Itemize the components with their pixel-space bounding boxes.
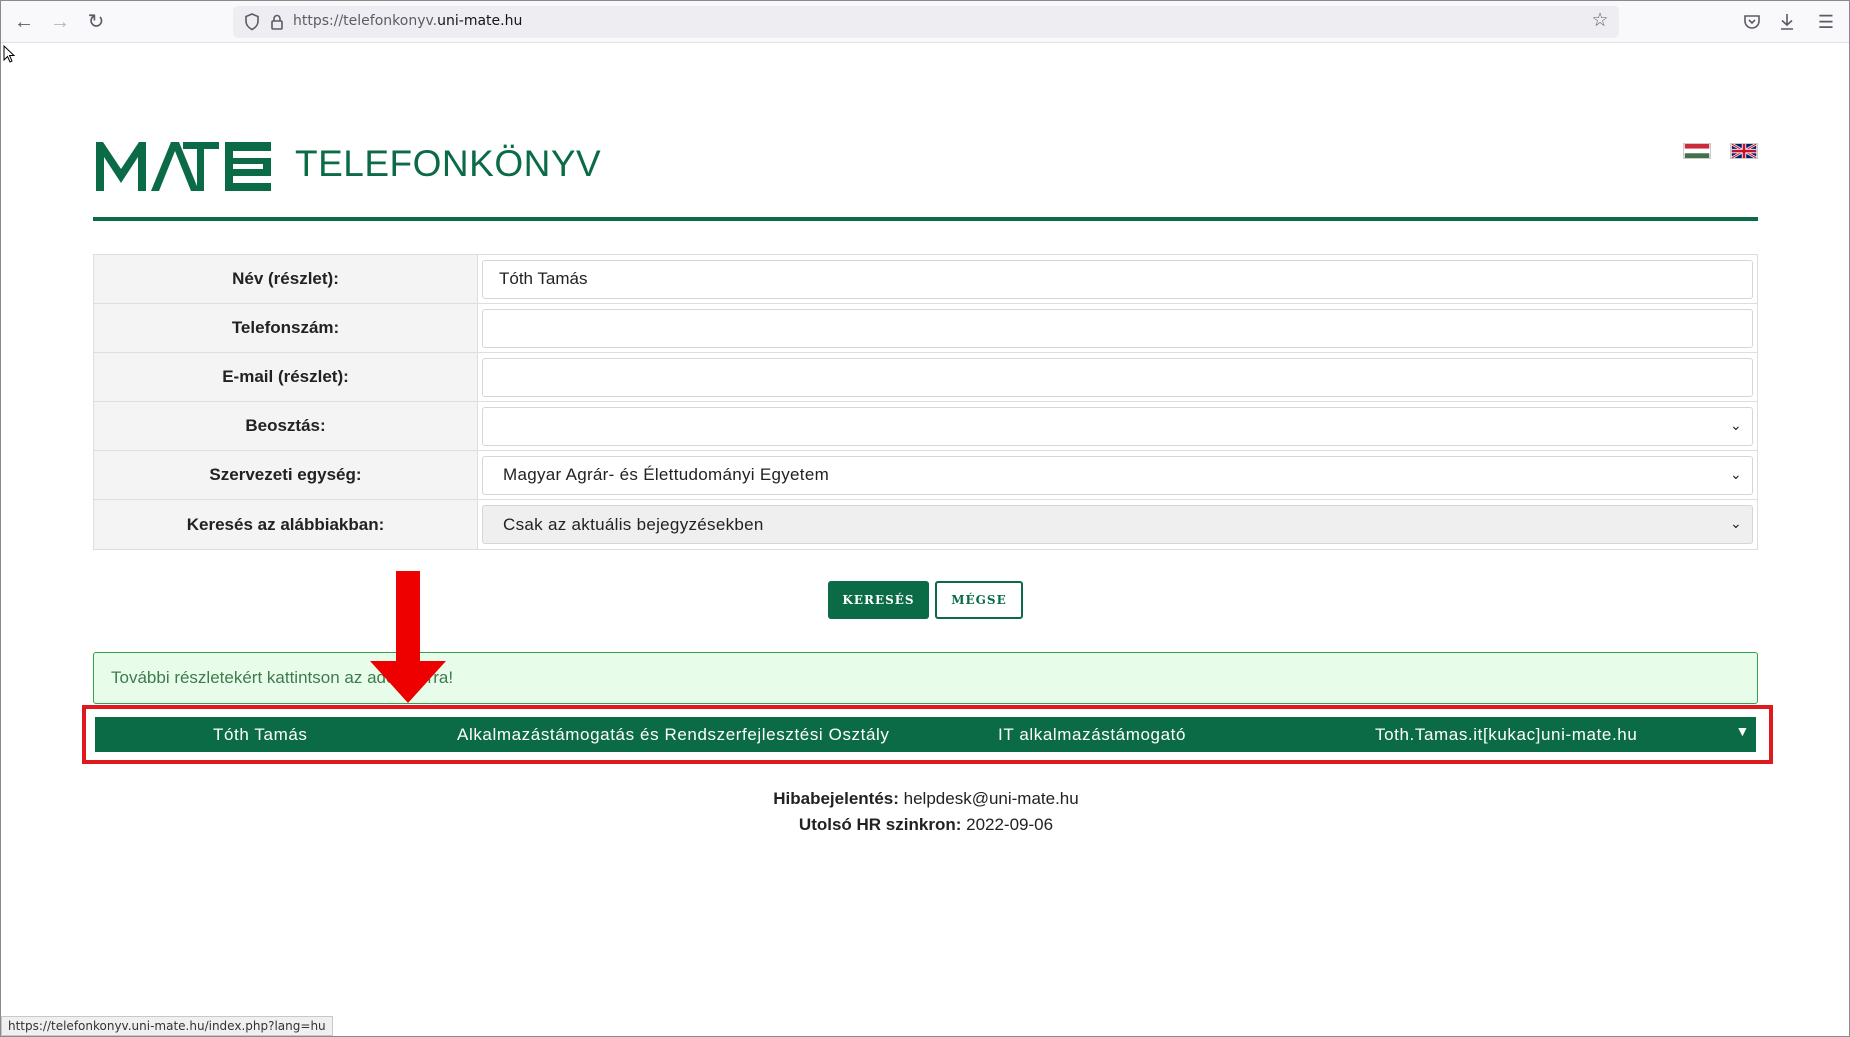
pocket-icon[interactable] (1741, 11, 1763, 33)
red-arrow-icon (370, 571, 446, 703)
page-title: TELEFONKÖNYV (295, 143, 602, 184)
status-bar-url: https://telefonkonyv.uni-mate.hu/index.p… (1, 1016, 333, 1036)
bookmark-star-icon[interactable]: ☆ (1587, 8, 1613, 34)
search-button[interactable]: KERESÉS (828, 581, 929, 619)
unit-select-value: Magyar Agrár- és Élettudományi Egyetem (503, 465, 830, 484)
position-select[interactable]: ⌄ (482, 406, 1753, 446)
highlight-box (82, 705, 1773, 764)
scope-select[interactable]: Csak az aktuális bejegyzésekben ⌄ (482, 505, 1753, 544)
form-row-unit: Szervezeti egység: Magyar Agrár- és Élet… (94, 451, 1757, 500)
hungarian-flag-icon[interactable] (1683, 143, 1711, 159)
download-icon[interactable] (1776, 11, 1798, 33)
form-row-name: Név (részlet): Tóth Tamás (94, 255, 1757, 304)
scope-select-value: Csak az aktuális bejegyzésekben (503, 514, 764, 534)
report-label: Hibabejelentés: (773, 789, 899, 808)
search-form: Név (részlet): Tóth Tamás Telefonszám: E… (93, 254, 1758, 550)
sync-label: Utolsó HR szinkron: (798, 815, 962, 834)
menu-icon[interactable]: ☰ (1813, 9, 1839, 35)
form-row-phone: Telefonszám: (94, 304, 1757, 353)
forward-arrow-icon[interactable]: → (47, 9, 73, 35)
chevron-down-icon: ⌄ (1729, 465, 1742, 482)
back-arrow-icon[interactable]: ← (11, 9, 37, 35)
url-text[interactable]: https://telefonkonyv.uni-mate.hu (293, 13, 522, 29)
reload-icon[interactable]: ↻ (83, 9, 109, 35)
shield-icon[interactable] (241, 11, 263, 33)
sync-line: Utolsó HR szinkron: 2022-09-06 (1, 815, 1850, 835)
email-label: E-mail (részlet): (94, 353, 478, 401)
form-row-position: Beosztás: ⌄ (94, 402, 1757, 451)
english-flag-icon[interactable] (1730, 143, 1758, 159)
phone-label: Telefonszám: (94, 304, 478, 352)
lock-icon[interactable] (266, 11, 288, 33)
header-divider (93, 217, 1758, 221)
position-label: Beosztás: (94, 402, 478, 450)
report-line: Hibabejelentés: helpdesk@uni-mate.hu (1, 789, 1850, 809)
phone-input[interactable] (482, 308, 1753, 348)
chevron-down-icon: ⌄ (1729, 416, 1742, 433)
report-email[interactable]: helpdesk@uni-mate.hu (904, 789, 1079, 808)
email-input[interactable] (482, 357, 1753, 397)
name-input[interactable]: Tóth Tamás (482, 259, 1753, 299)
form-row-scope: Keresés az alábbiakban: Csak az aktuális… (94, 500, 1757, 549)
unit-select[interactable]: Magyar Agrár- és Élettudományi Egyetem ⌄ (482, 455, 1753, 495)
browser-toolbar: ← → ↻ https://telefonkonyv.uni-mate.hu ☆… (1, 1, 1849, 43)
mate-logo[interactable] (93, 139, 275, 193)
info-message: További részletekért kattintson az adott… (93, 652, 1758, 704)
address-bar[interactable]: https://telefonkonyv.uni-mate.hu ☆ (233, 6, 1619, 38)
cancel-button[interactable]: MÉGSE (935, 581, 1023, 619)
chevron-down-icon: ⌄ (1729, 515, 1742, 531)
sync-date: 2022-09-06 (966, 815, 1054, 834)
scope-label: Keresés az alábbiakban: (94, 500, 478, 549)
unit-label: Szervezeti egység: (94, 451, 478, 499)
form-row-email: E-mail (részlet): (94, 353, 1757, 402)
name-label: Név (részlet): (94, 255, 478, 303)
mouse-cursor-icon (3, 45, 15, 63)
